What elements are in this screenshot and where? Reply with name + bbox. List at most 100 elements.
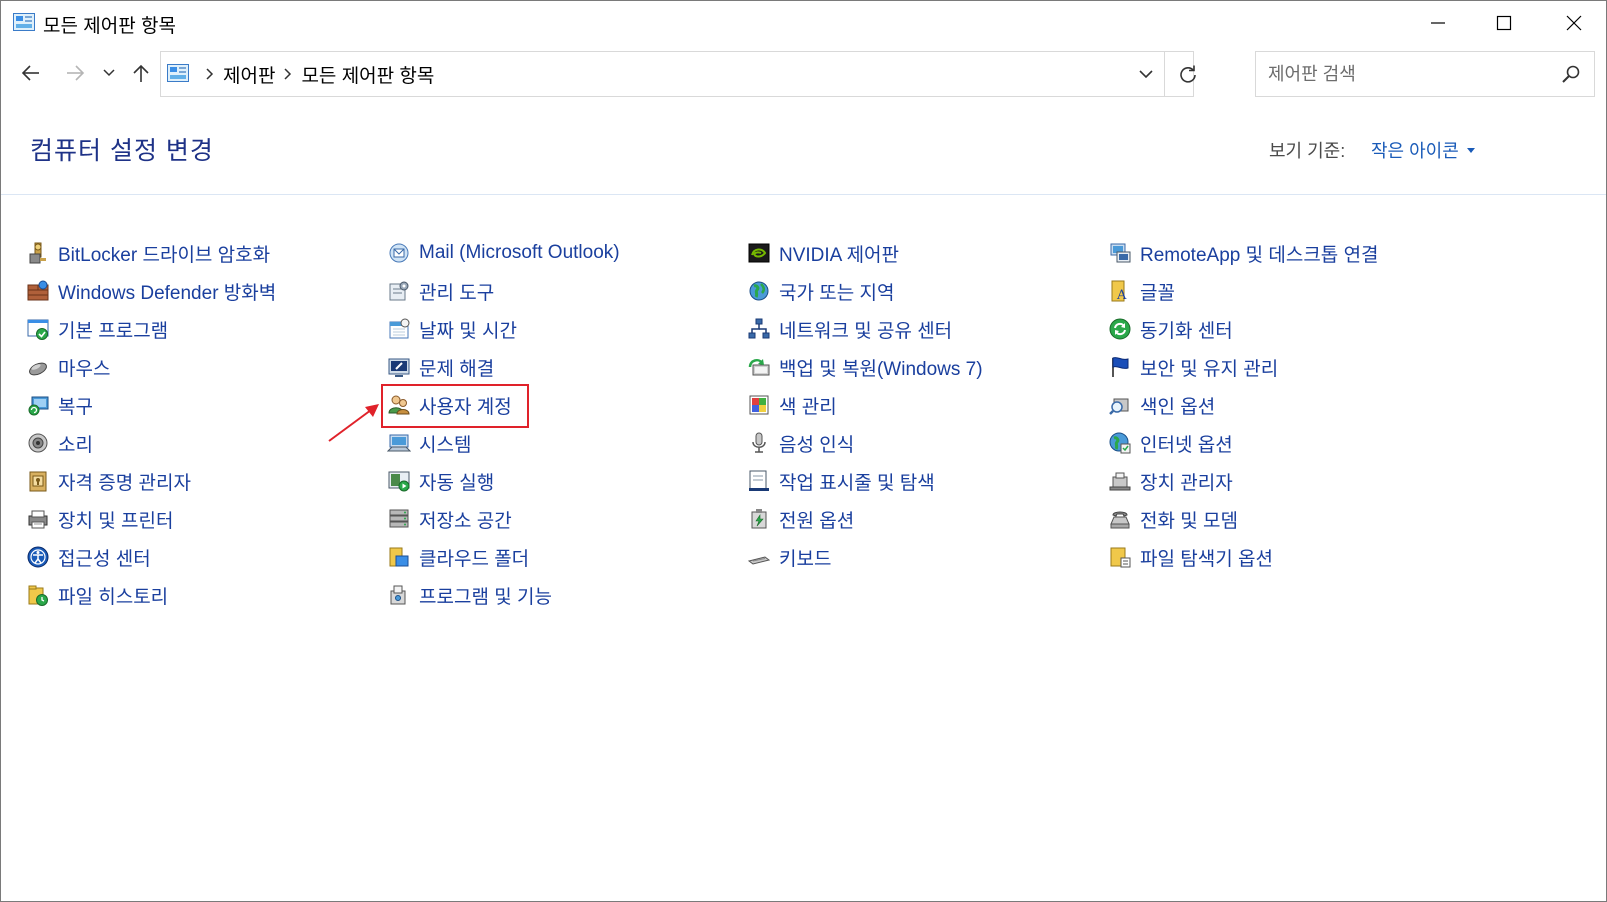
item-label: 마우스 [58, 358, 111, 380]
items-column: RemoteApp 및 데스크톱 연결 A 글꼴 동기화 센터보안 및 유지 관리색인… [1108, 234, 1448, 576]
fonts-icon: A [1108, 279, 1132, 303]
control-panel-item[interactable]: 날짜 및 시간 [387, 310, 727, 348]
search-icon[interactable] [1560, 64, 1582, 86]
control-panel-item[interactable]: 파일 히스토리 [26, 576, 366, 614]
control-panel-item[interactable]: 마우스 [26, 348, 366, 386]
maximize-button[interactable] [1471, 1, 1537, 45]
back-button[interactable] [15, 57, 47, 89]
item-label: 관리 도구 [419, 282, 495, 304]
item-label: 키보드 [779, 548, 832, 570]
control-panel-item[interactable]: 클라우드 폴더 [387, 538, 727, 576]
control-panel-item[interactable]: RemoteApp 및 데스크톱 연결 [1108, 234, 1448, 272]
header-divider [1, 194, 1606, 195]
close-icon [1566, 15, 1582, 31]
control-panel-item[interactable]: 백업 및 복원(Windows 7) [747, 348, 1087, 386]
mail-icon [387, 241, 411, 265]
control-panel-item[interactable]: 전원 옵션 [747, 500, 1087, 538]
control-panel-icon [167, 64, 189, 82]
chevron-right-icon[interactable] [197, 68, 223, 80]
item-label: 파일 탐색기 옵션 [1140, 548, 1273, 570]
power-options-icon [747, 507, 771, 531]
control-panel-item[interactable]: 소리 [26, 424, 366, 462]
control-panel-item[interactable]: 음성 인식 [747, 424, 1087, 462]
firewall-icon [26, 279, 50, 303]
control-panel-item[interactable]: 기본 프로그램 [26, 310, 366, 348]
control-panel-item[interactable]: 접근성 센터 [26, 538, 366, 576]
minimize-icon [1431, 22, 1445, 24]
chevron-right-icon[interactable] [275, 68, 301, 80]
search-box [1255, 51, 1595, 97]
control-panel-item[interactable]: 색 관리 [747, 386, 1087, 424]
control-panel-item[interactable]: 보안 및 유지 관리 [1108, 348, 1448, 386]
refresh-button[interactable] [1164, 52, 1210, 96]
control-panel-item[interactable]: Mail (Microsoft Outlook) [387, 234, 727, 272]
item-label: 색 관리 [779, 396, 837, 418]
item-label: 장치 관리자 [1140, 472, 1233, 494]
nvidia-icon [747, 241, 771, 265]
control-panel-item[interactable]: 시스템 [387, 424, 727, 462]
control-panel-item[interactable]: 자동 실행 [387, 462, 727, 500]
item-label: 작업 표시줄 및 탐색 [779, 472, 935, 494]
cloud-folder-icon [387, 545, 411, 569]
control-panel-item[interactable]: 복구 [26, 386, 366, 424]
control-panel-item[interactable]: 장치 및 프린터 [26, 500, 366, 538]
sync-center-icon [1108, 317, 1132, 341]
item-label: 백업 및 복원(Windows 7) [779, 358, 983, 380]
control-panel-item[interactable]: 전화 및 모뎀 [1108, 500, 1448, 538]
item-label: 파일 히스토리 [58, 586, 169, 608]
file-history-icon [26, 583, 50, 607]
forward-button[interactable] [59, 57, 91, 89]
control-panel-item[interactable]: 문제 해결 [387, 348, 727, 386]
item-label: 보안 및 유지 관리 [1140, 358, 1279, 380]
item-label: 접근성 센터 [58, 548, 151, 570]
view-by-dropdown[interactable]: 작은 아이콘 [1371, 137, 1475, 163]
item-label: 저장소 공간 [419, 510, 512, 532]
bitlocker-icon [26, 241, 50, 265]
security-maintenance-icon [1108, 355, 1132, 379]
troubleshooting-icon [387, 355, 411, 379]
view-by-value: 작은 아이콘 [1371, 141, 1459, 161]
close-button[interactable] [1541, 1, 1607, 45]
control-panel-item[interactable]: NVIDIA 제어판 [747, 234, 1087, 272]
control-panel-item[interactable]: 장치 관리자 [1108, 462, 1448, 500]
control-panel-item[interactable]: BitLocker 드라이브 암호화 [26, 234, 366, 272]
search-input[interactable] [1256, 52, 1546, 96]
up-button[interactable] [125, 57, 157, 89]
breadcrumb: 제어판 모든 제어판 항목 [197, 52, 434, 96]
item-label: 클라우드 폴더 [419, 548, 530, 570]
address-dropdown-button[interactable] [1129, 52, 1163, 96]
recent-locations-button[interactable] [99, 57, 119, 89]
chevron-down-icon [103, 69, 115, 77]
arrow-right-icon [67, 65, 85, 81]
control-panel-item[interactable]: 저장소 공간 [387, 500, 727, 538]
control-panel-item[interactable]: Windows Defender 방화벽 [26, 272, 366, 310]
chevron-down-icon [1139, 70, 1153, 78]
color-management-icon [747, 393, 771, 417]
control-panel-item[interactable]: 동기화 센터 [1108, 310, 1448, 348]
control-panel-item[interactable]: 국가 또는 지역 [747, 272, 1087, 310]
control-panel-item[interactable]: 관리 도구 [387, 272, 727, 310]
control-panel-item[interactable]: 프로그램 및 기능 [387, 576, 727, 614]
item-label: 장치 및 프린터 [58, 510, 174, 532]
control-panel-item[interactable]: 파일 탐색기 옵션 [1108, 538, 1448, 576]
svg-text:A: A [1116, 288, 1127, 303]
control-panel-item[interactable]: 네트워크 및 공유 센터 [747, 310, 1087, 348]
control-panel-item[interactable]: A 글꼴 [1108, 272, 1448, 310]
control-panel-item[interactable]: 키보드 [747, 538, 1087, 576]
control-panel-item[interactable]: 인터넷 옵션 [1108, 424, 1448, 462]
navigation-bar: 제어판 모든 제어판 항목 [1, 49, 1606, 97]
address-bar[interactable]: 제어판 모든 제어판 항목 [160, 51, 1196, 97]
refresh-icon [1179, 65, 1196, 83]
breadcrumb-control-panel[interactable]: 제어판 [223, 61, 275, 88]
control-panel-item[interactable]: 자격 증명 관리자 [26, 462, 366, 500]
control-panel-item[interactable]: 작업 표시줄 및 탐색 [747, 462, 1087, 500]
programs-features-icon [387, 583, 411, 607]
control-panel-item[interactable]: 색인 옵션 [1108, 386, 1448, 424]
minimize-button[interactable] [1405, 1, 1471, 45]
breadcrumb-all-items[interactable]: 모든 제어판 항목 [301, 61, 434, 88]
taskbar-icon [747, 469, 771, 493]
control-panel-item[interactable]: 사용자 계정 [387, 386, 727, 424]
item-label: 사용자 계정 [419, 396, 512, 418]
credential-manager-icon [26, 469, 50, 493]
default-programs-icon [26, 317, 50, 341]
